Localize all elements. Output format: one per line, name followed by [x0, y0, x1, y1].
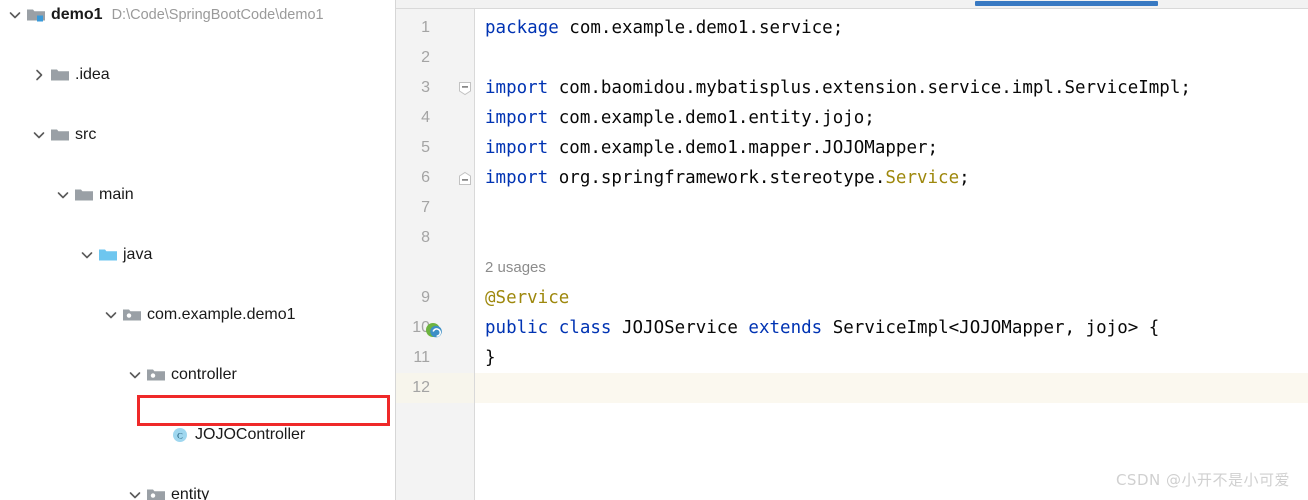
line-number: 12 [412, 379, 430, 396]
code-line[interactable]: package com.example.demo1.service; [485, 13, 843, 43]
tree-item-main[interactable]: main [0, 180, 395, 210]
inlay-hint-usages[interactable]: 2 usages [485, 253, 546, 283]
tree-item-label: main [99, 186, 134, 203]
svg-text:C: C [177, 430, 183, 440]
code-area[interactable]: 1 2 3 4 5 6 7 8 9 10 11 12 package com.example.demo… [396, 9, 1308, 500]
code-line[interactable]: import com.example.demo1.mapper.JOJOMapp… [485, 133, 938, 163]
chevron-down-icon[interactable] [78, 246, 96, 264]
line-number: 11 [413, 349, 430, 366]
code-line[interactable]: import com.example.demo1.entity.jojo; [485, 103, 875, 133]
chevron-down-icon[interactable] [126, 366, 144, 384]
line-number: 6 [421, 169, 430, 186]
chevron-down-icon[interactable] [6, 6, 24, 24]
tree-item-label: JOJOController [195, 426, 306, 443]
chevron-down-icon[interactable] [30, 126, 48, 144]
tree-item-demo1[interactable]: demo1 D:\Code\SpringBootCode\demo1 [0, 0, 395, 30]
code-text-area[interactable]: package com.example.demo1.service; import… [475, 9, 1308, 500]
chevron-down-icon[interactable] [126, 486, 144, 500]
tree-item-label: entity [171, 486, 210, 500]
tree-item-src[interactable]: src [0, 120, 395, 150]
tree-item-label: com.example.demo1 [147, 306, 296, 323]
folder-icon [50, 126, 70, 144]
tree-item-idea[interactable]: .idea [0, 60, 395, 90]
tree-item-label: demo1 [51, 6, 103, 23]
package-icon [146, 366, 166, 384]
project-tool-window[interactable]: demo1 D:\Code\SpringBootCode\demo1 .idea sr… [0, 0, 396, 500]
code-line[interactable]: @Service [485, 283, 569, 313]
folder-icon [74, 186, 94, 204]
caret-line-highlight [475, 373, 1308, 403]
tree-item-package-com-example-demo1[interactable]: com.example.demo1 [0, 300, 395, 330]
spring-bean-gutter-icon[interactable] [424, 313, 444, 343]
csdn-watermark: CSDN @小开不是小可爱 [1115, 471, 1290, 489]
module-folder-icon [26, 6, 46, 24]
tree-item-label: src [75, 126, 97, 143]
chevron-right-icon[interactable] [30, 66, 48, 84]
line-number: 4 [421, 109, 430, 126]
line-number: 3 [421, 79, 430, 96]
tree-item-controller[interactable]: controller [0, 360, 395, 390]
tree-item-path: D:\Code\SpringBootCode\demo1 [111, 7, 324, 23]
java-class-icon: C [170, 426, 190, 444]
code-fold-toggle-icon[interactable] [458, 163, 472, 193]
caret-line-gutter-highlight [396, 373, 474, 403]
folder-icon [50, 66, 70, 84]
ide-window: demo1 D:\Code\SpringBootCode\demo1 .idea sr… [0, 0, 1308, 500]
chevron-down-icon[interactable] [54, 186, 72, 204]
code-line[interactable]: } [485, 343, 496, 373]
line-number: 1 [421, 19, 430, 36]
editor-pane: 1 2 3 4 5 6 7 8 9 10 11 12 package com.example.demo… [396, 0, 1308, 500]
line-number: 8 [421, 229, 430, 246]
chevron-down-icon[interactable] [102, 306, 120, 324]
package-icon [146, 486, 166, 500]
tree-item-jojocontroller[interactable]: C JOJOController [0, 420, 395, 450]
code-line[interactable]: public class JOJOService extends Service… [485, 313, 1159, 343]
source-folder-icon [98, 246, 118, 264]
line-number: 5 [421, 139, 430, 156]
tree-item-label: .idea [75, 66, 110, 83]
editor-tab-strip[interactable] [396, 0, 1308, 9]
annotation-token: @Service [485, 288, 570, 308]
line-number: 7 [421, 199, 430, 216]
code-fold-toggle-icon[interactable] [458, 73, 472, 103]
tree-item-label: java [123, 246, 153, 263]
line-number-gutter[interactable]: 1 2 3 4 5 6 7 8 9 10 11 12 [396, 9, 475, 500]
tree-item-java[interactable]: java [0, 240, 395, 270]
code-line[interactable]: import org.springframework.stereotype.Se… [485, 163, 970, 193]
tree-item-entity[interactable]: entity [0, 480, 395, 500]
code-line[interactable]: import com.baomidou.mybatisplus.extensio… [485, 73, 1191, 103]
tree-item-label: controller [171, 366, 237, 383]
active-tab-underline [975, 1, 1158, 6]
line-number: 9 [421, 289, 430, 306]
line-number: 2 [421, 49, 430, 66]
package-icon [122, 306, 142, 324]
